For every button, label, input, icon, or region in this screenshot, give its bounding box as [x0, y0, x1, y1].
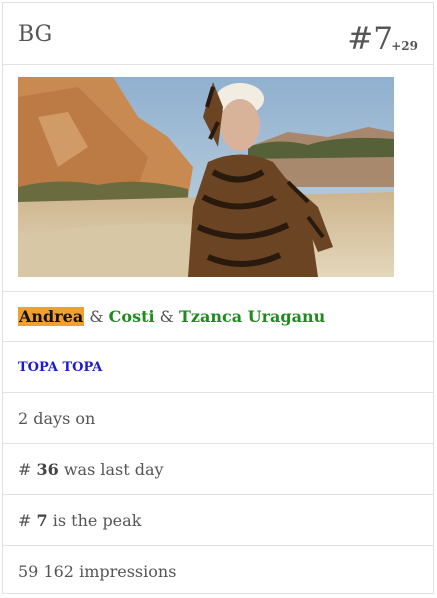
chart-entry-card: BG #7 +29 Andrea & Costi & Tzanca Uragan…: [2, 2, 434, 594]
artist-photo[interactable]: [18, 77, 394, 277]
days-on-row: 2 days on: [3, 393, 433, 444]
peak-label: is the peak: [52, 511, 142, 530]
peak-rank: 7: [36, 511, 48, 530]
impressions-row: 59 162 impressions: [3, 546, 433, 597]
last-day-hash: #: [18, 460, 32, 479]
song-row: TOPA TOPA: [3, 342, 433, 393]
song-title-link[interactable]: TOPA TOPA: [18, 360, 102, 375]
last-day-label: was last day: [63, 460, 164, 479]
artist-separator: &: [89, 307, 104, 326]
days-on-text: 2 days on: [18, 409, 96, 428]
last-day-rank: 36: [36, 460, 59, 479]
artist-link-andrea[interactable]: Andrea: [18, 307, 85, 326]
artist-separator: &: [159, 307, 174, 326]
current-rank: #7: [347, 21, 393, 57]
country-code: BG: [18, 22, 53, 47]
artist-photo-graphic: [18, 77, 394, 277]
card-header: BG #7 +29: [3, 3, 433, 65]
last-day-row: # 36 was last day: [3, 444, 433, 495]
impressions-text: 59 162 impressions: [18, 562, 177, 581]
image-section: [3, 65, 433, 292]
rank-change: +29: [391, 39, 418, 53]
artists-line: Andrea & Costi & Tzanca Uraganu: [3, 292, 433, 342]
peak-hash: #: [18, 511, 32, 530]
artist-link-costi[interactable]: Costi: [109, 307, 155, 326]
artist-link-tzanca-uraganu[interactable]: Tzanca Uraganu: [179, 307, 325, 326]
peak-row: # 7 is the peak: [3, 495, 433, 546]
